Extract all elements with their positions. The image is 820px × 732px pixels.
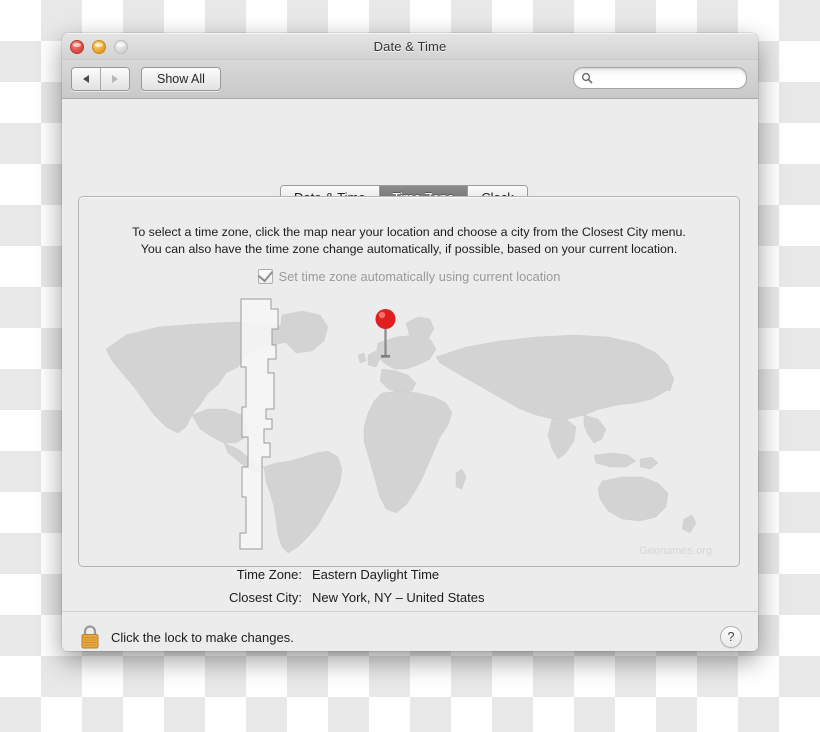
instructions-line-2: You can also have the time zone change a… [140,242,678,256]
date-time-preferences-window: Date & Time Show All Date & Time Time Zo… [62,33,758,651]
instructions-line-1: To select a time zone, click the map nea… [132,225,686,239]
world-map[interactable]: Geonames.org [96,297,722,563]
auto-timezone-row[interactable]: Set time zone automatically using curren… [79,266,739,284]
closest-city-label: Closest City: [229,590,302,605]
timezone-info: Time Zone: Eastern Daylight Time Closest… [62,567,758,613]
forward-button [100,68,129,90]
checkmark-icon [257,266,273,283]
back-arrow-icon [83,75,89,83]
window-body: Date & Time Time Zone Clock To select a … [62,99,758,651]
forward-arrow-icon [112,75,118,83]
instructions-text: To select a time zone, click the map nea… [79,224,739,258]
help-button[interactable]: ? [720,626,742,648]
lock-closed-icon[interactable] [78,624,102,650]
window-toolbar: Show All [62,60,758,99]
footer-divider [62,611,758,612]
time-zone-value: Eastern Daylight Time [312,567,440,582]
window-titlebar: Date & Time [62,33,758,60]
show-all-button[interactable]: Show All [141,67,221,91]
auto-timezone-checkbox[interactable] [257,266,273,284]
time-zone-label: Time Zone: [236,567,302,582]
window-title: Date & Time [373,39,447,54]
search-icon [581,72,593,84]
search-field[interactable] [573,67,747,89]
lock-row[interactable]: Click the lock to make changes. [78,624,294,650]
closest-city-row: Closest City: New York, NY – United Stat… [62,590,758,605]
navigation-buttons [71,67,130,91]
world-map-graphic [96,297,722,563]
auto-timezone-label: Set time zone automatically using curren… [278,269,561,284]
closest-city-value[interactable]: New York, NY – United States [312,590,484,605]
search-input[interactable] [597,71,731,85]
time-zone-panel: To select a time zone, click the map nea… [78,196,740,567]
lock-label: Click the lock to make changes. [111,629,294,645]
back-button[interactable] [72,68,100,90]
time-zone-row: Time Zone: Eastern Daylight Time [62,567,758,582]
map-credit: Geonames.org [639,545,712,557]
